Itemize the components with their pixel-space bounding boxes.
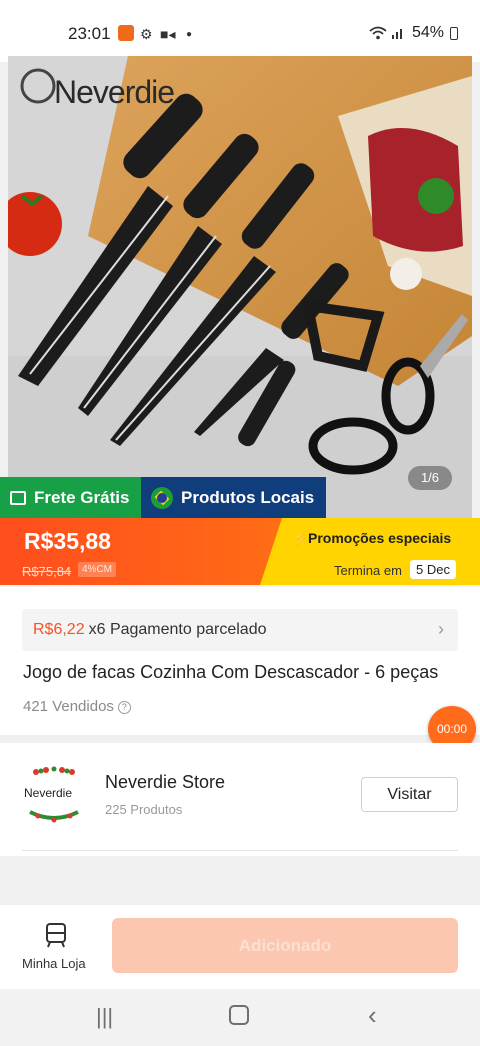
help-circle-icon[interactable]: ?	[117, 701, 131, 714]
lightning-icon: ⚡	[292, 530, 310, 546]
store-name[interactable]: Neverdie Store	[105, 772, 225, 793]
gear-icon: ⚙	[140, 26, 153, 42]
image-counter: 1/6	[408, 466, 452, 490]
installment-text: x6 Pagamento parcelado	[88, 621, 267, 638]
back-icon[interactable]: ‹	[368, 1000, 377, 1031]
my-shop-label[interactable]: Minha Loja	[22, 956, 86, 971]
notification-app-icon	[118, 25, 134, 41]
brazil-flag-icon	[151, 486, 173, 509]
sold-count: 421 Vendidos?	[23, 698, 131, 715]
store-logo-text: Neverdie	[24, 786, 73, 800]
status-time: 23:01	[68, 24, 111, 43]
signal-icon	[391, 26, 405, 43]
free-shipping-label: Frete Grátis	[34, 487, 130, 507]
installment-row[interactable]: R$6,22 x6 Pagamento parcelado ›	[22, 609, 458, 651]
promo-ends-date: 5 Dec	[410, 560, 456, 579]
added-to-cart-button[interactable]: Adicionado	[112, 918, 458, 973]
local-products-tag: Produtos Locais	[141, 477, 326, 518]
brand-watermark: Neverdie	[54, 74, 175, 110]
divider	[22, 850, 458, 851]
shop-icon[interactable]	[45, 922, 67, 948]
chevron-right-icon: ›	[438, 619, 444, 639]
free-shipping-tag: Frete Grátis	[0, 477, 141, 518]
current-price: R$35,88	[24, 528, 111, 554]
battery-level: 54%	[412, 24, 445, 41]
truck-icon	[10, 490, 26, 505]
product-title: Jogo de facas Cozinha Com Descascador - …	[23, 662, 439, 682]
visit-store-button[interactable]: Visitar	[361, 777, 458, 812]
recents-icon[interactable]: |||	[96, 1004, 113, 1030]
promo-title: Promoções especiais	[308, 530, 452, 546]
original-price: R$75,84	[22, 564, 72, 579]
sold-count-text: 421 Vendidos	[23, 698, 114, 715]
store-product-count: 225 Produtos	[105, 802, 183, 817]
status-bar: 23:01 ⚙ ■◂ ● 54%	[0, 0, 480, 62]
store-logo[interactable]: Neverdie	[22, 762, 86, 828]
promo-ends-label: Termina em	[334, 563, 402, 578]
battery-icon	[450, 27, 458, 40]
product-image-gallery[interactable]: Neverdie 1/6	[8, 56, 472, 518]
dot-icon: ●	[186, 29, 193, 40]
video-icon: ■◂	[160, 26, 176, 42]
home-icon[interactable]	[229, 1005, 249, 1025]
discount-badge: 4%CM	[78, 562, 117, 577]
installment-amount: R$6,22	[33, 621, 85, 638]
local-products-label: Produtos Locais	[181, 487, 315, 507]
wifi-icon	[369, 26, 387, 43]
